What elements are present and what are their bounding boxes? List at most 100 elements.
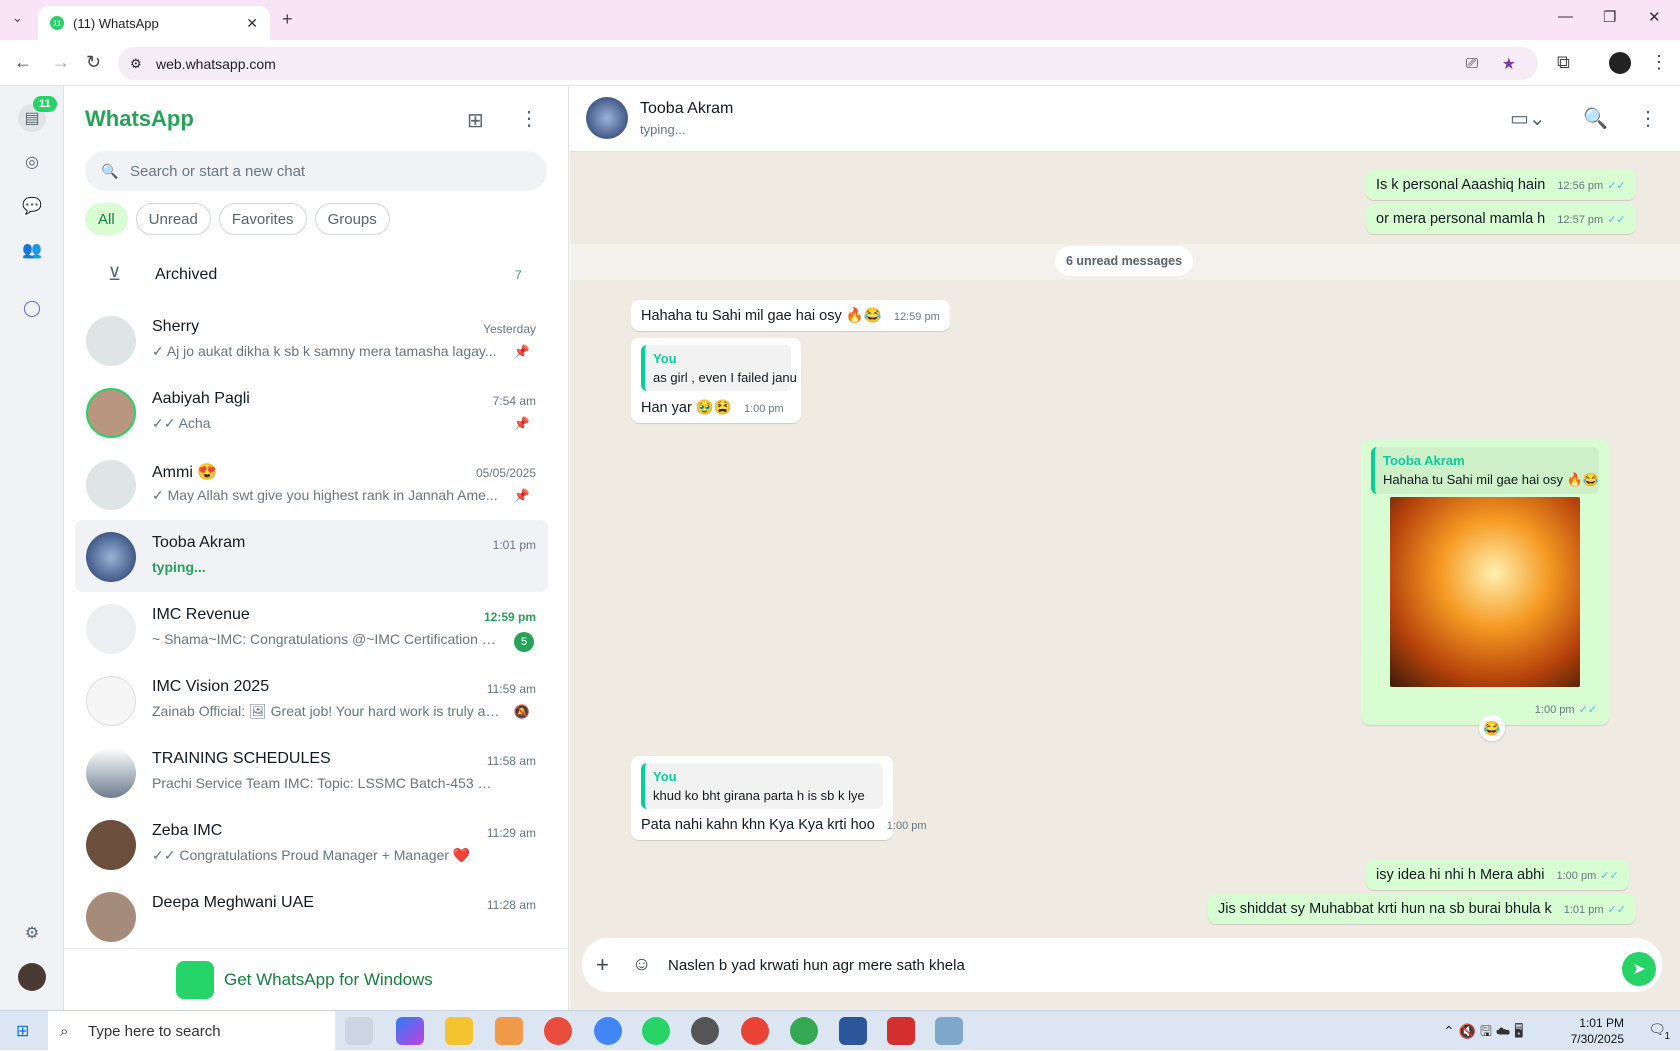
new-tab-icon[interactable]: + bbox=[282, 9, 293, 30]
whatsapp-logo-icon bbox=[176, 960, 214, 999]
cat-with-gun-image[interactable] bbox=[1390, 497, 1580, 687]
message-out[interactable]: Jis shiddat sy Muhabbat krti hun na sb b… bbox=[1208, 894, 1636, 924]
whatsapp-favicon-icon: 11 bbox=[50, 16, 64, 30]
conversation-header[interactable]: Tooba Akram typing... ▭⌄ 🔍 ⋮ bbox=[570, 86, 1680, 152]
chat-item-training[interactable]: TRAINING SCHEDULES 11:58 am Prachi Servi… bbox=[75, 736, 548, 808]
browser-menu-icon[interactable]: ⋮ bbox=[1650, 52, 1668, 73]
tab-list-icon[interactable]: ⌄ bbox=[12, 10, 23, 26]
quoted-message[interactable]: You as girl , even I failed janu bbox=[641, 345, 797, 391]
nav-rail: ▤ ◎ 💬 👥 ◯ ⚙ bbox=[0, 86, 64, 1010]
start-icon[interactable]: ⊞ bbox=[16, 1021, 29, 1041]
quoted-message[interactable]: Tooba Akram Hahaha tu Sahi mil gae hai o… bbox=[1371, 447, 1599, 494]
new-chat-icon[interactable]: ⊞ bbox=[467, 108, 484, 133]
chat-item-ammi[interactable]: Ammi 😍 05/05/2025 ✓ May Allah swt give y… bbox=[75, 448, 548, 520]
message-input[interactable]: Naslen b yad krwati hun agr mere sath kh… bbox=[668, 957, 965, 974]
address-row: ← → ↻ ⚙ web.whatsapp.com ⎚ ★ ⧉ ⋮ bbox=[0, 40, 1680, 86]
message-in-reply[interactable]: You as girl , even I failed janu Han yar… bbox=[631, 338, 801, 423]
message-text: Han yar 🥹😫 bbox=[641, 400, 732, 416]
avatar bbox=[86, 604, 136, 654]
whatsapp-taskbar-icon[interactable] bbox=[642, 1017, 670, 1045]
chat-item-zeba[interactable]: Zeba IMC 11:29 am ✓✓ Congratulations Pro… bbox=[75, 808, 548, 880]
file-explorer-icon[interactable] bbox=[445, 1017, 473, 1045]
attach-plus-icon[interactable]: + bbox=[596, 952, 609, 978]
reload-icon[interactable]: ↻ bbox=[86, 52, 101, 73]
forward-icon[interactable]: → bbox=[52, 52, 70, 73]
copilot-icon[interactable] bbox=[396, 1017, 424, 1045]
message-out[interactable]: Is k personal Aaashiq hain 12:56 pm ✓✓ bbox=[1366, 170, 1636, 200]
chat-item-deepa[interactable]: Deepa Meghwani UAE 11:28 am bbox=[75, 880, 548, 952]
quoted-message[interactable]: You khud ko bht girana parta h is sb k l… bbox=[641, 763, 883, 809]
app-icon[interactable] bbox=[935, 1017, 963, 1045]
chat-item-sherry[interactable]: Sherry Yesterday ✓ Aj jo aukat dikha k s… bbox=[75, 304, 548, 376]
taskbar: ⊞ ⌕ Type here to search ⌃ 🔇 🖫 ☁ 🖥 1:01 P… bbox=[0, 1010, 1680, 1051]
minimize-icon[interactable]: — bbox=[1558, 8, 1573, 25]
status-icon[interactable]: ◎ bbox=[18, 148, 46, 176]
close-window-icon[interactable]: ✕ bbox=[1648, 8, 1661, 26]
clock[interactable]: 1:01 PM 7/30/2025 bbox=[1571, 1015, 1624, 1047]
notifications-icon[interactable]: 🗨 bbox=[1648, 1021, 1666, 1038]
meta-ai-icon[interactable]: ◯ bbox=[18, 294, 46, 322]
filter-unread[interactable]: Unread bbox=[135, 203, 211, 235]
quote-text: as girl , even I failed janu bbox=[653, 370, 797, 385]
extensions-icon[interactable]: ⧉ bbox=[1557, 52, 1570, 73]
message-in[interactable]: Hahaha tu Sahi mil gae hai osy 🔥😂 12:59 … bbox=[631, 300, 950, 331]
filter-chips: All Unread Favorites Groups bbox=[85, 203, 390, 235]
read-ticks-icon: ✓✓ bbox=[1607, 214, 1626, 226]
chrome-profile-icon[interactable] bbox=[741, 1017, 769, 1045]
message-out[interactable]: or mera personal mamla h 12:57 pm ✓✓ bbox=[1366, 204, 1636, 234]
acrobat-icon[interactable] bbox=[887, 1017, 915, 1045]
search-icon[interactable]: 🔍 bbox=[1583, 106, 1608, 131]
communities-icon[interactable]: 👥 bbox=[18, 236, 46, 264]
message-composer[interactable]: + ☺ Naslen b yad krwati hun agr mere sat… bbox=[582, 938, 1662, 992]
maximize-icon[interactable]: ❐ bbox=[1603, 8, 1616, 26]
archived-count: 7 bbox=[515, 268, 522, 282]
chat-item-imc-revenue[interactable]: IMC Revenue 12:59 pm ~ Shama~IMC: Congra… bbox=[75, 592, 548, 664]
chat-name: IMC Vision 2025 bbox=[152, 678, 270, 695]
send-icon[interactable]: ➤ bbox=[1622, 952, 1656, 986]
bookmark-star-icon[interactable]: ★ bbox=[1502, 54, 1516, 74]
chat-item-aabiyah[interactable]: Aabiyah Pagli 7:54 am ✓✓ Acha 📌 bbox=[75, 376, 548, 448]
chrome-icon[interactable] bbox=[544, 1017, 572, 1045]
install-icon[interactable]: ⎚ bbox=[1466, 55, 1478, 72]
address-bar[interactable]: ⚙ web.whatsapp.com ⎚ ★ bbox=[118, 47, 1538, 80]
message-out[interactable]: isy idea hi nhi h Mera abhi 1:00 pm ✓✓ bbox=[1366, 860, 1629, 890]
taskbar-search[interactable]: ⌕ Type here to search bbox=[48, 1011, 335, 1051]
task-view-icon[interactable] bbox=[345, 1017, 373, 1045]
chrome-active-icon[interactable] bbox=[594, 1017, 622, 1045]
chat-menu-icon[interactable]: ⋮ bbox=[1638, 106, 1658, 131]
channels-icon[interactable]: 💬 bbox=[18, 192, 46, 220]
emoji-icon[interactable]: ☺ bbox=[632, 954, 651, 976]
settings-icon[interactable]: ⚙ bbox=[18, 919, 46, 947]
menu-icon[interactable]: ⋮ bbox=[519, 106, 539, 131]
chat-item-imc-vision[interactable]: IMC Vision 2025 11:59 am Zainab Official… bbox=[75, 664, 548, 736]
my-profile-avatar[interactable] bbox=[18, 963, 46, 991]
profile-avatar[interactable] bbox=[1609, 52, 1631, 74]
chat-name: Deepa Meghwani UAE bbox=[152, 894, 314, 911]
system-tray-icons[interactable]: ⌃ 🔇 🖫 ☁ 🖥 bbox=[1443, 1021, 1523, 1045]
reaction-badge[interactable]: 😂 bbox=[1479, 715, 1505, 741]
clock-app-icon[interactable] bbox=[691, 1017, 719, 1045]
video-call-icon[interactable]: ▭⌄ bbox=[1510, 106, 1546, 131]
close-tab-icon[interactable]: ✕ bbox=[246, 15, 258, 32]
chat-time: 11:29 am bbox=[486, 826, 536, 840]
chat-item-tooba[interactable]: Tooba Akram 1:01 pm typing... bbox=[75, 520, 548, 592]
get-windows-banner[interactable]: Get WhatsApp for Windows bbox=[64, 948, 568, 1010]
chat-preview: ✓✓ Congratulations Proud Manager + Manag… bbox=[152, 847, 471, 863]
word-icon[interactable] bbox=[839, 1017, 867, 1045]
message-time: 1:00 pm bbox=[743, 403, 784, 415]
contact-avatar[interactable] bbox=[586, 97, 628, 139]
browser-tab[interactable]: 11 (11) WhatsApp ✕ bbox=[38, 6, 270, 40]
back-icon[interactable]: ← bbox=[14, 52, 32, 73]
message-in-reply[interactable]: You khud ko bht girana parta h is sb k l… bbox=[631, 756, 927, 840]
filter-all[interactable]: All bbox=[85, 203, 128, 235]
site-info-icon[interactable]: ⚙ bbox=[130, 56, 142, 72]
app-icon[interactable] bbox=[495, 1017, 523, 1045]
search-input[interactable]: 🔍 Search or start a new chat bbox=[85, 151, 547, 191]
filter-groups[interactable]: Groups bbox=[314, 203, 390, 235]
read-ticks-icon: ✓✓ bbox=[1607, 904, 1626, 916]
browser-tab-bar: ⌄ 11 (11) WhatsApp ✕ + — ❐ ✕ bbox=[0, 0, 1680, 40]
avatar bbox=[86, 532, 136, 582]
chrome-profile-2-icon[interactable] bbox=[790, 1017, 818, 1045]
archived-row[interactable]: ⊻ Archived 7 bbox=[64, 252, 568, 298]
filter-favorites[interactable]: Favorites bbox=[218, 203, 307, 235]
